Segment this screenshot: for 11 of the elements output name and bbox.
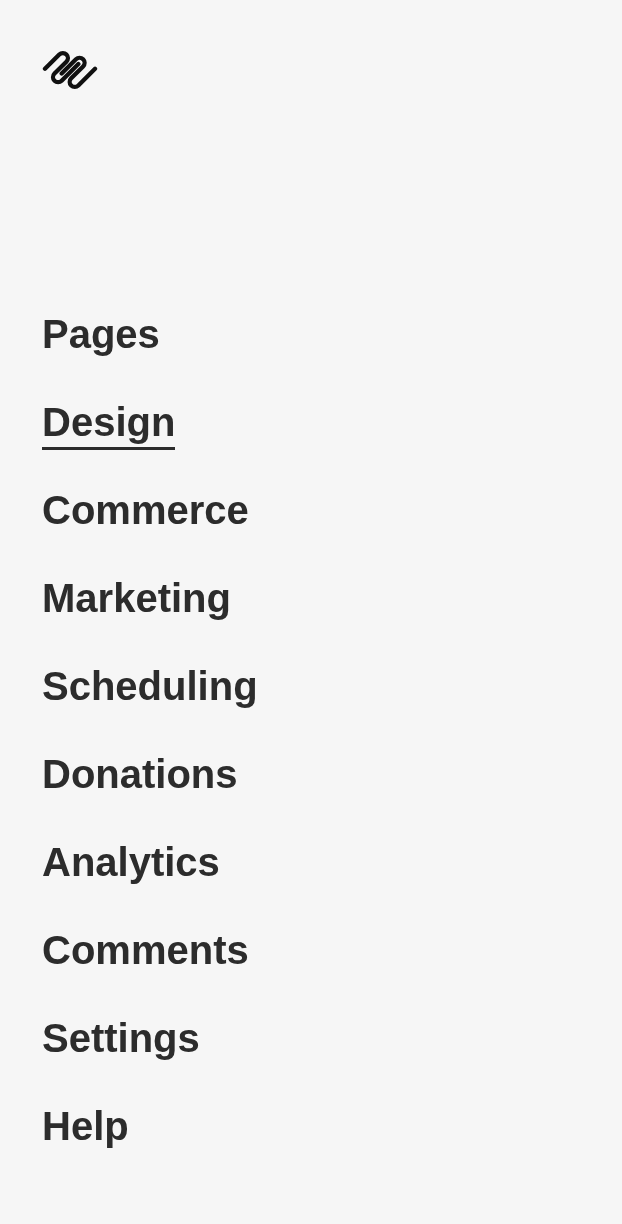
nav-link[interactable]: Comments [42,925,249,978]
nav-link[interactable]: Marketing [42,573,231,626]
nav-link[interactable]: Settings [42,1013,200,1066]
nav-link[interactable]: Analytics [42,837,220,890]
nav-link[interactable]: Scheduling [42,661,258,714]
nav-link[interactable]: Commerce [42,485,249,538]
nav-link[interactable]: Design [42,397,176,450]
nav-link[interactable]: Pages [42,309,160,362]
nav-link[interactable]: Help [42,1101,129,1154]
logo-icon[interactable] [42,48,98,92]
nav-link[interactable]: Donations [42,749,238,802]
